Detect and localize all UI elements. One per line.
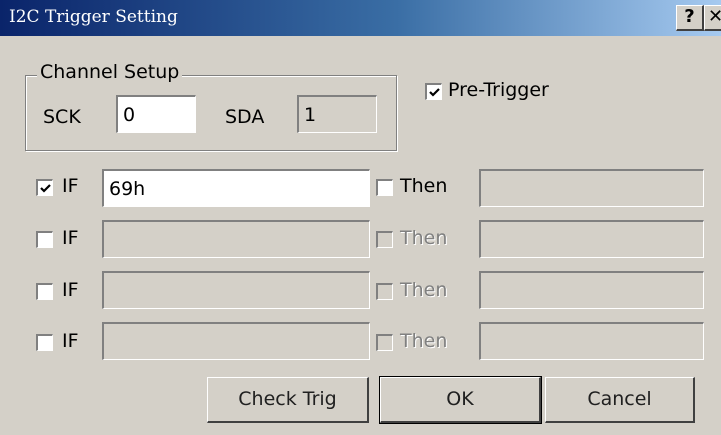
then-label-3: Then [400, 279, 448, 301]
then-label-1: Then [400, 175, 448, 197]
then-label-4: Then [400, 330, 448, 352]
if-label-1: IF [62, 175, 79, 197]
then-checkbox-2[interactable] [376, 231, 393, 248]
if-checkbox-4[interactable] [36, 334, 53, 351]
if-label-3: IF [62, 279, 79, 301]
check-trig-button[interactable]: Check Trig [207, 377, 369, 423]
channel-setup-legend: Channel Setup [37, 61, 183, 83]
help-button[interactable]: ? [676, 5, 704, 31]
window-title: I2C Trigger Setting [9, 7, 178, 27]
close-button[interactable]: ✕ [704, 5, 721, 31]
sck-label: SCK [43, 106, 81, 128]
sck-input[interactable] [116, 95, 196, 133]
pre-trigger-checkbox[interactable] [425, 83, 442, 100]
if-input-4[interactable] [102, 322, 370, 360]
then-label-2: Then [400, 227, 448, 249]
title-bar[interactable]: I2C Trigger Setting ? ✕ [0, 0, 721, 36]
dialog-window: I2C Trigger Setting ? ✕ Channel Setup SC… [0, 0, 721, 435]
if-input-1[interactable] [102, 169, 370, 207]
cancel-button[interactable]: Cancel [545, 377, 695, 423]
if-checkbox-1[interactable] [36, 179, 53, 196]
if-label-2: IF [62, 227, 79, 249]
check-icon [40, 184, 51, 193]
then-input-1[interactable] [479, 169, 704, 207]
if-checkbox-2[interactable] [36, 231, 53, 248]
then-input-4[interactable] [479, 322, 704, 360]
then-checkbox-3[interactable] [376, 283, 393, 300]
if-label-4: IF [62, 330, 79, 352]
then-input-2[interactable] [479, 220, 704, 258]
check-icon [429, 88, 440, 97]
if-input-3[interactable] [102, 271, 370, 309]
if-input-2[interactable] [102, 220, 370, 258]
then-checkbox-1[interactable] [376, 179, 393, 196]
pre-trigger-label: Pre-Trigger [448, 79, 549, 101]
sda-label: SDA [225, 106, 265, 128]
ok-button[interactable]: OK [379, 376, 542, 424]
then-input-3[interactable] [479, 271, 704, 309]
sda-input[interactable] [297, 95, 377, 133]
if-checkbox-3[interactable] [36, 283, 53, 300]
then-checkbox-4[interactable] [376, 334, 393, 351]
